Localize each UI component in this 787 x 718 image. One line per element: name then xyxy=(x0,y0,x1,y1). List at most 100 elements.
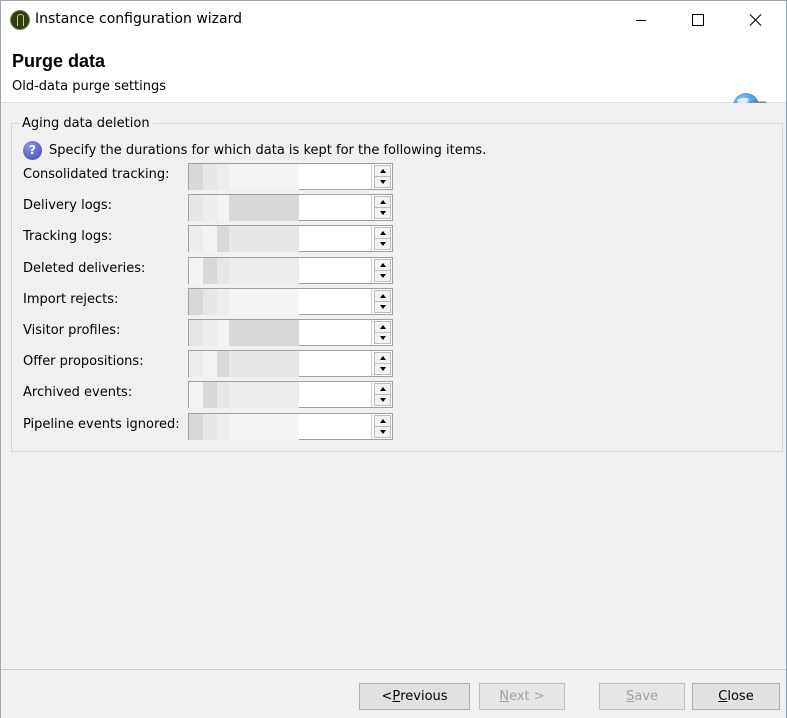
wizard-content: Aging data deletion ? Specify the durati… xyxy=(1,103,786,669)
next-accel: N xyxy=(499,689,510,704)
duration-spinbox[interactable] xyxy=(188,350,393,378)
spin-down-button[interactable] xyxy=(374,332,391,344)
arrow-up-icon xyxy=(379,231,386,236)
arrow-up-icon xyxy=(379,200,386,205)
maximize-icon xyxy=(692,14,704,26)
redacted-block xyxy=(217,226,229,253)
spin-down-button[interactable] xyxy=(374,238,391,251)
field-label: Delivery logs: xyxy=(23,198,113,214)
duration-spinbox[interactable] xyxy=(188,381,393,409)
redacted-block xyxy=(203,195,217,222)
spin-down-button[interactable] xyxy=(374,300,391,313)
close-accel: C xyxy=(718,689,728,704)
redacted-block xyxy=(203,288,217,315)
spin-buttons xyxy=(371,413,392,439)
duration-spinbox[interactable] xyxy=(188,163,393,190)
minimize-icon xyxy=(636,19,646,21)
spin-buttons xyxy=(371,382,392,408)
app-logo-icon xyxy=(10,10,30,30)
redacted-block xyxy=(203,320,217,346)
redacted-block xyxy=(203,351,217,378)
spin-buttons xyxy=(371,351,392,377)
page-title: Purge data xyxy=(12,51,106,71)
field-label: Archived events: xyxy=(23,385,133,401)
redacted-block xyxy=(189,288,203,315)
redacted-block xyxy=(203,226,217,253)
spin-down-button[interactable] xyxy=(374,363,391,376)
redacted-block xyxy=(229,288,299,315)
duration-spinbox[interactable] xyxy=(188,256,393,284)
arrow-down-icon xyxy=(379,242,386,247)
redacted-block xyxy=(229,382,299,409)
redacted-block xyxy=(189,164,203,190)
spin-down-button[interactable] xyxy=(374,425,391,438)
duration-spinbox[interactable] xyxy=(188,319,393,346)
redacted-block xyxy=(189,382,203,409)
spin-buttons xyxy=(371,226,392,252)
spin-down-button[interactable] xyxy=(374,207,391,220)
field-label: Deleted deliveries: xyxy=(23,260,146,276)
redacted-block xyxy=(217,351,229,378)
arrow-up-icon xyxy=(379,293,386,298)
arrow-up-icon xyxy=(379,356,386,361)
arrow-down-icon xyxy=(379,398,386,403)
previous-label: revious xyxy=(400,689,448,704)
maximize-button[interactable] xyxy=(675,1,721,39)
redacted-block xyxy=(229,164,299,190)
redacted-block xyxy=(203,413,217,440)
arrow-up-icon xyxy=(379,169,386,173)
close-window-button[interactable] xyxy=(733,1,779,39)
save-button[interactable]: Save xyxy=(599,683,685,710)
field-label: Consolidated tracking: xyxy=(23,167,170,182)
spin-down-button[interactable] xyxy=(374,176,391,188)
redacted-block xyxy=(229,257,299,284)
arrow-up-icon xyxy=(379,418,386,423)
redacted-block xyxy=(189,257,203,284)
field-label: Visitor profiles: xyxy=(23,323,121,338)
minimize-button[interactable] xyxy=(618,1,664,39)
redacted-block xyxy=(203,257,217,284)
info-text: Specify the durations for which data is … xyxy=(49,142,487,158)
spin-buttons xyxy=(371,257,392,283)
redacted-block xyxy=(217,257,229,284)
arrow-down-icon xyxy=(379,367,386,372)
duration-spinbox[interactable] xyxy=(188,287,393,315)
redacted-block xyxy=(189,226,203,253)
spin-down-button[interactable] xyxy=(374,394,391,407)
spin-down-button[interactable] xyxy=(374,269,391,282)
redacted-block xyxy=(217,320,229,346)
save-label: ave xyxy=(634,689,658,704)
aging-data-groupbox: Aging data deletion ? Specify the durati… xyxy=(11,116,783,452)
previous-prefix: < xyxy=(381,689,393,704)
redacted-block xyxy=(217,288,229,315)
arrow-down-icon xyxy=(379,304,386,309)
close-button[interactable]: Close xyxy=(692,683,780,710)
duration-spinbox[interactable] xyxy=(188,194,393,222)
duration-spinbox[interactable] xyxy=(188,412,393,440)
previous-accel: P xyxy=(392,689,401,704)
redacted-block xyxy=(203,382,217,409)
field-label: Pipeline events ignored: xyxy=(23,416,180,432)
arrow-down-icon xyxy=(379,211,386,216)
title-bar[interactable]: Instance configuration wizard xyxy=(1,1,786,39)
next-button[interactable]: Next > xyxy=(479,683,565,710)
arrow-up-icon xyxy=(379,325,386,329)
redacted-block xyxy=(189,413,203,440)
redacted-block xyxy=(217,382,229,409)
redacted-block xyxy=(217,164,229,190)
field-label: Import rejects: xyxy=(23,291,119,307)
field-label: Tracking logs: xyxy=(23,229,113,245)
close-icon xyxy=(749,13,763,27)
wizard-window: Instance configuration wizard Purge data… xyxy=(0,0,787,718)
duration-spinbox[interactable] xyxy=(188,225,393,253)
wizard-header: Purge data Old-data purge settings xyxy=(1,40,786,128)
previous-button[interactable]: < Previous xyxy=(359,683,470,710)
wizard-footer: < Previous Next > Save Close xyxy=(1,669,786,718)
redacted-block xyxy=(217,413,229,440)
arrow-down-icon xyxy=(379,180,386,184)
question-icon: ? xyxy=(23,140,42,160)
arrow-down-icon xyxy=(379,273,386,278)
spin-buttons xyxy=(371,288,392,314)
arrow-up-icon xyxy=(379,262,386,267)
close-label: lose xyxy=(727,689,754,704)
